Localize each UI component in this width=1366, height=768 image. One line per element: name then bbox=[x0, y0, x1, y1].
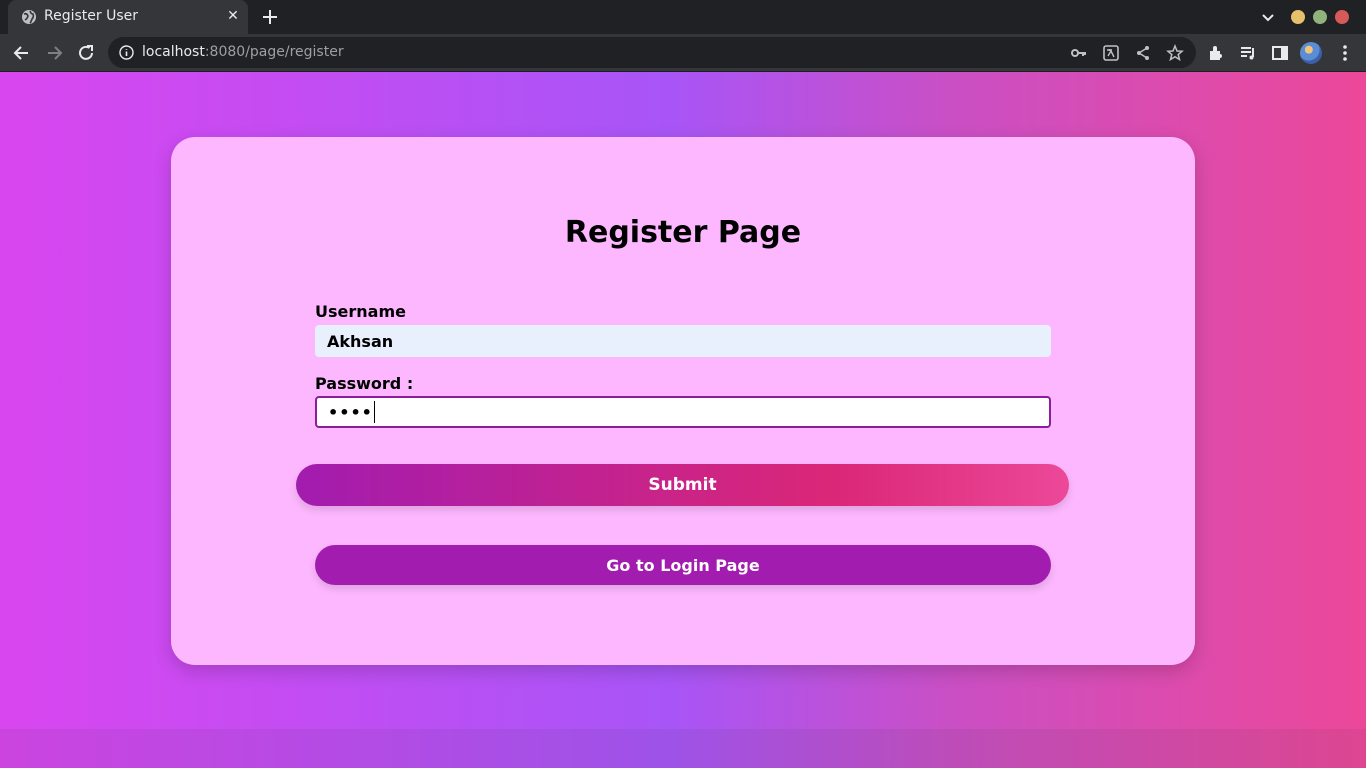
password-label: Password : bbox=[315, 374, 414, 393]
forward-icon[interactable] bbox=[44, 43, 64, 63]
window-maximize-button[interactable] bbox=[1313, 10, 1327, 24]
address-bar[interactable]: localhost:8080/page/register bbox=[108, 37, 1196, 68]
reload-icon[interactable] bbox=[76, 43, 96, 63]
share-icon[interactable] bbox=[1134, 44, 1152, 62]
username-label: Username bbox=[315, 302, 406, 321]
tab-bar: Register User ✕ bbox=[0, 0, 1366, 34]
info-icon[interactable] bbox=[119, 45, 134, 60]
globe-icon bbox=[22, 10, 36, 24]
username-value: Akhsan bbox=[327, 331, 394, 351]
page-background-bottom bbox=[0, 729, 1366, 768]
extensions-icon[interactable] bbox=[1206, 43, 1226, 63]
register-card: Register Page Username Akhsan Password :… bbox=[171, 137, 1195, 665]
browser-toolbar: localhost:8080/page/register bbox=[0, 34, 1366, 72]
tab-title: Register User bbox=[44, 8, 139, 24]
url-text: localhost:8080/page/register bbox=[142, 44, 344, 60]
window-minimize-button[interactable] bbox=[1291, 10, 1305, 24]
star-icon[interactable] bbox=[1166, 44, 1184, 62]
window-close-button[interactable] bbox=[1335, 10, 1349, 24]
url-path: :8080/page/register bbox=[204, 44, 344, 60]
go-to-login-button[interactable]: Go to Login Page bbox=[315, 545, 1051, 585]
translate-icon[interactable] bbox=[1102, 44, 1120, 62]
more-icon[interactable] bbox=[1335, 43, 1355, 63]
page-title: Register Page bbox=[564, 215, 802, 250]
page-background: Register Page Username Akhsan Password :… bbox=[0, 72, 1366, 729]
key-icon[interactable] bbox=[1070, 44, 1088, 62]
new-tab-icon[interactable] bbox=[259, 6, 281, 28]
password-input[interactable]: •••• bbox=[315, 396, 1051, 428]
url-host: localhost bbox=[142, 44, 205, 60]
profile-avatar[interactable] bbox=[1300, 42, 1322, 64]
media-icon[interactable] bbox=[1238, 43, 1258, 63]
tab-close-icon[interactable]: ✕ bbox=[225, 8, 241, 24]
browser-tab[interactable]: Register User ✕ bbox=[8, 0, 248, 34]
tab-search-icon[interactable] bbox=[1259, 8, 1277, 26]
submit-button[interactable]: Submit bbox=[296, 464, 1069, 506]
text-caret bbox=[373, 401, 375, 423]
username-input[interactable]: Akhsan bbox=[315, 325, 1051, 357]
password-value: •••• bbox=[328, 402, 373, 422]
side-panel-icon[interactable] bbox=[1270, 43, 1290, 63]
back-icon[interactable] bbox=[12, 43, 32, 63]
